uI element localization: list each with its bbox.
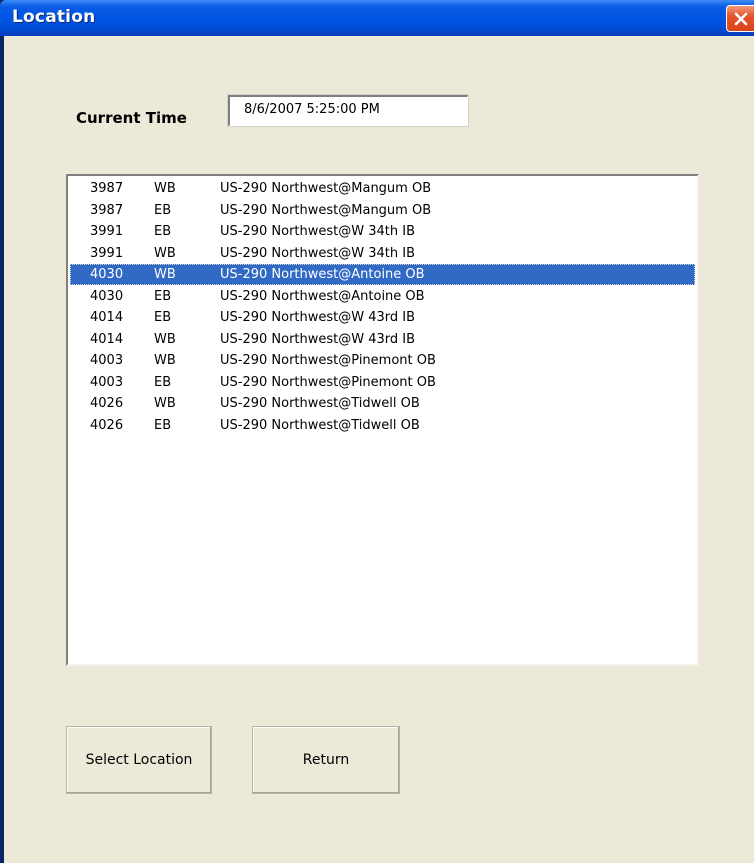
list-item-location: US-290 Northwest@W 34th IB — [220, 224, 416, 239]
list-item-location: US-290 Northwest@Pinemont OB — [220, 374, 436, 390]
select-location-button[interactable]: Select Location — [66, 726, 212, 794]
list-item-direction: EB — [154, 310, 172, 325]
window-title: Location — [12, 7, 96, 27]
list-item-id: 4003 — [90, 353, 124, 368]
list-item-location: US-290 Northwest@Mangum OB — [220, 202, 432, 218]
list-item-location: US-290 Northwest@Pinemont OB — [220, 353, 436, 368]
return-button[interactable]: Return — [252, 726, 400, 794]
list-item-location: US-290 Northwest@W 43rd IB — [220, 331, 416, 347]
list-item-location: US-290 Northwest@W 43rd IB — [220, 310, 416, 325]
list-item-direction: EB — [154, 288, 172, 304]
list-item-direction: WB — [154, 181, 176, 196]
dialog-body: Current Time 8/6/2007 5:25:00 PM 3987 WB U… — [4, 36, 754, 863]
list-item[interactable]: 4003 EB US-290 Northwest@Pinemont OB — [70, 372, 695, 393]
current-time-field[interactable]: 8/6/2007 5:25:00 PM — [227, 94, 469, 127]
list-item-id: 3991 — [90, 224, 124, 239]
current-time-label: Current Time — [76, 109, 187, 127]
list-item[interactable]: 3987 EB US-290 Northwest@Mangum OB — [70, 200, 695, 221]
list-item-direction: WB — [154, 245, 176, 261]
list-item-direction: EB — [154, 224, 172, 239]
list-item-id: 4030 — [90, 267, 124, 282]
list-item[interactable]: 4003 WB US-290 Northwest@Pinemont OB — [70, 350, 695, 371]
title-bar[interactable]: Location — [0, 0, 754, 36]
list-item-location: US-290 Northwest@Antoine OB — [220, 288, 425, 304]
list-item[interactable]: 3987 WB US-290 Northwest@Mangum OB — [70, 178, 695, 199]
list-item[interactable]: 4030 EB US-290 Northwest@Antoine OB — [70, 286, 695, 307]
list-item-id: 4014 — [90, 310, 124, 325]
list-item[interactable]: 4014 WB US-290 Northwest@W 43rd IB — [70, 329, 695, 350]
list-item[interactable]: 4030 WB US-290 Northwest@Antoine OB — [70, 264, 695, 285]
list-item-direction: WB — [154, 331, 176, 347]
list-item-id: 3987 — [90, 202, 124, 218]
list-item-direction: WB — [154, 396, 176, 411]
list-item-location: US-290 Northwest@W 34th IB — [220, 245, 416, 261]
close-icon — [734, 12, 748, 26]
list-item-id: 3987 — [90, 181, 124, 196]
list-item[interactable]: 4014 EB US-290 Northwest@W 43rd IB — [70, 307, 695, 328]
list-item-location: US-290 Northwest@Tidwell OB — [220, 417, 420, 433]
list-item-id: 4030 — [90, 288, 124, 304]
list-item-id: 3991 — [90, 245, 124, 261]
list-item[interactable]: 4026 WB US-290 Northwest@Tidwell OB — [70, 393, 695, 414]
list-item-location: US-290 Northwest@Tidwell OB — [220, 396, 420, 411]
list-item-id: 4014 — [90, 331, 124, 347]
list-item[interactable]: 4026 EB US-290 Northwest@Tidwell OB — [70, 415, 695, 436]
list-item[interactable]: 3991 WB US-290 Northwest@W 34th IB — [70, 243, 695, 264]
close-button[interactable] — [726, 5, 754, 32]
list-item-location: US-290 Northwest@Antoine OB — [220, 267, 425, 282]
list-item[interactable]: 3991 EB US-290 Northwest@W 34th IB — [70, 221, 695, 242]
list-item-direction: EB — [154, 417, 172, 433]
list-item-direction: WB — [154, 267, 176, 282]
list-item-id: 4026 — [90, 396, 124, 411]
location-list[interactable]: 3987 WB US-290 Northwest@Mangum OB 3987 EB US… — [66, 174, 699, 666]
list-item-location: US-290 Northwest@Mangum OB — [220, 181, 432, 196]
location-window: Location Current Time 8/6/2007 5:25:00 P… — [0, 0, 754, 863]
list-item-direction: EB — [154, 202, 172, 218]
list-item-id: 4026 — [90, 417, 124, 433]
list-item-direction: WB — [154, 353, 176, 368]
list-item-id: 4003 — [90, 374, 124, 390]
list-item-direction: EB — [154, 374, 172, 390]
